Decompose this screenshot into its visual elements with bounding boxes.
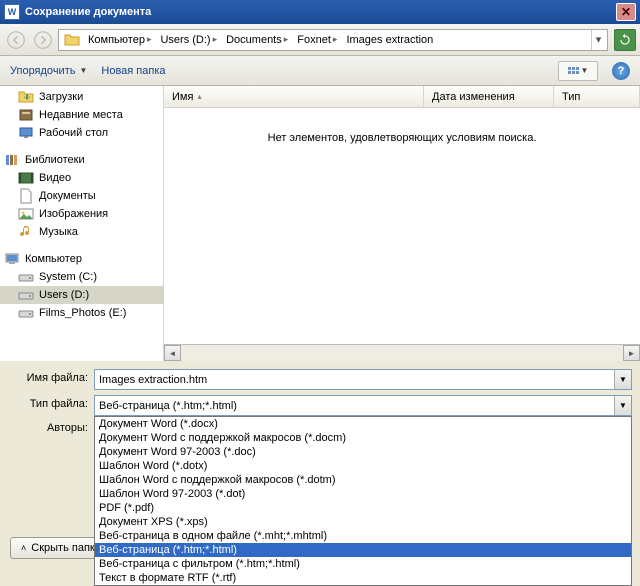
bottom-panel: Имя файла: Images extraction.htm ▼ Тип ф… [0,361,640,434]
downloads-icon [18,89,34,105]
drive-icon [18,287,34,303]
sidebar-item-documents[interactable]: Документы [0,187,163,205]
breadcrumb-dropdown[interactable]: ▾ [591,30,605,50]
drive-icon [18,269,34,285]
filename-label: Имя файла: [8,369,88,384]
filetype-option[interactable]: Документ Word с поддержкой макросов (*.d… [95,431,631,445]
col-type[interactable]: Тип [554,86,640,107]
filetype-option[interactable]: Веб-страница в одном файле (*.mht;*.mhtm… [95,529,631,543]
authors-label: Авторы: [8,422,88,434]
recent-icon [18,107,34,123]
filetype-option[interactable]: Веб-страница с фильтром (*.htm;*.html) [95,557,631,571]
scroll-right[interactable]: ► [623,345,640,361]
scroll-left[interactable]: ◄ [164,345,181,361]
filetype-option[interactable]: Шаблон Word (*.dotx) [95,459,631,473]
refresh-button[interactable] [614,29,636,51]
sidebar-item-sysc[interactable]: System (C:) [0,268,163,286]
toolbar: Упорядочить▼ Новая папка ▼ ? [0,56,640,86]
libraries-icon [4,152,20,168]
titlebar: W Сохранение документа ✕ [0,0,640,24]
col-date[interactable]: Дата изменения [424,86,554,107]
view-options[interactable]: ▼ [558,61,598,81]
filetype-option[interactable]: Веб-страница (*.htm;*.html) [95,543,631,557]
organize-button[interactable]: Упорядочить▼ [10,65,87,77]
app-icon: W [4,4,20,20]
filetype-dropdown-icon[interactable]: ▼ [614,396,631,415]
music-icon [18,224,34,240]
sidebar-item-recent[interactable]: Недавние места [0,106,163,124]
sidebar-item-music[interactable]: Музыка [0,223,163,241]
filetype-option[interactable]: Документ Word 97-2003 (*.doc) [95,445,631,459]
sidebar-group-computer[interactable]: Компьютер [0,250,163,268]
filetype-option[interactable]: Текст в формате RTF (*.rtf) [95,571,631,585]
breadcrumb-bar[interactable]: Компьютер▸ Users (D:)▸ Documents▸ Foxnet… [58,29,608,51]
new-folder-button[interactable]: Новая папка [101,65,165,77]
column-headers: Имя▴ Дата изменения Тип [164,86,640,108]
filetype-label: Тип файла: [8,395,88,410]
sidebar-item-usersd[interactable]: Users (D:) [0,286,163,304]
documents-icon [18,188,34,204]
sidebar-item-images[interactable]: Изображения [0,205,163,223]
desktop-icon [18,125,34,141]
file-list: Нет элементов, удовлетворяющих условиям … [164,108,640,344]
window-title: Сохранение документа [25,6,616,18]
chevron-up-icon: ˄ [21,543,26,553]
sidebar-item-downloads[interactable]: Загрузки [0,88,163,106]
close-button[interactable]: ✕ [616,3,636,21]
crumb-computer: Компьютер▸ [83,30,155,50]
crumb-imgext: Images extraction [341,30,437,50]
sidebar-item-films[interactable]: Films_Photos (E:) [0,304,163,322]
sidebar-item-desktop[interactable]: Рабочий стол [0,124,163,142]
filetype-option[interactable]: Шаблон Word с поддержкой макросов (*.dot… [95,473,631,487]
computer-icon [4,251,20,267]
filename-input[interactable]: Images extraction.htm ▼ [94,369,632,390]
filetype-option[interactable]: Документ Word (*.docx) [95,417,631,431]
empty-message: Нет элементов, удовлетворяющих условиям … [164,132,640,144]
filetype-option[interactable]: Шаблон Word 97-2003 (*.dot) [95,487,631,501]
images-icon [18,206,34,222]
folder-icon [64,32,80,48]
sidebar: Загрузки Недавние места Рабочий стол Биб… [0,86,163,361]
h-scrollbar[interactable]: ◄ ► [164,344,640,361]
drive-icon [18,305,34,321]
video-icon [18,170,34,186]
filetype-option[interactable]: PDF (*.pdf) [95,501,631,515]
sidebar-group-libraries[interactable]: Библиотеки [0,151,163,169]
sidebar-item-video[interactable]: Видео [0,169,163,187]
file-area: Имя▴ Дата изменения Тип Нет элементов, у… [163,86,640,361]
crumb-users: Users (D:)▸ [155,30,221,50]
filetype-dropdown: Документ Word (*.docx)Документ Word с по… [94,416,632,586]
help-button[interactable]: ? [612,62,630,80]
forward-button[interactable] [31,28,55,52]
navbar: Компьютер▸ Users (D:)▸ Documents▸ Foxnet… [0,24,640,56]
filename-dropdown-icon[interactable]: ▼ [614,370,631,389]
col-name[interactable]: Имя▴ [164,86,424,107]
filetype-select[interactable]: Веб-страница (*.htm;*.html) ▼ Документ W… [94,395,632,416]
back-button[interactable] [4,28,28,52]
crumb-documents: Documents▸ [221,30,292,50]
filetype-option[interactable]: Документ XPS (*.xps) [95,515,631,529]
crumb-foxnet: Foxnet▸ [292,30,341,50]
